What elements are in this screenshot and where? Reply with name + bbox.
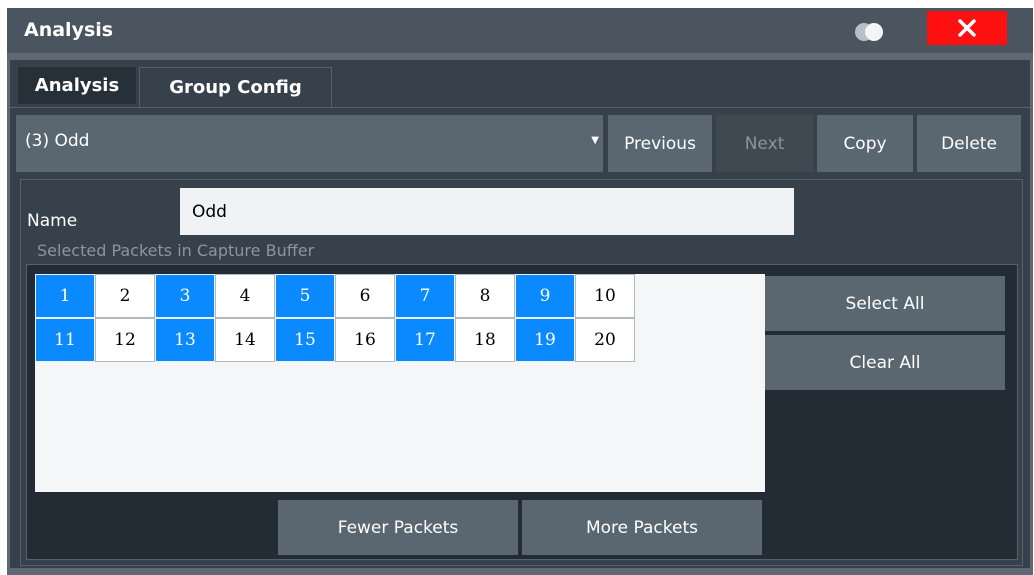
select-all-button[interactable]: Select All — [765, 276, 1005, 331]
packet-cell[interactable]: 11 — [35, 318, 95, 362]
packet-cell[interactable]: 4 — [215, 274, 275, 318]
clear-all-button[interactable]: Clear All — [765, 335, 1005, 390]
packet-cell[interactable]: 6 — [335, 274, 395, 318]
close-icon — [958, 19, 976, 37]
close-button[interactable] — [927, 11, 1007, 45]
packet-cell[interactable]: 3 — [155, 274, 215, 318]
packet-cell[interactable]: 17 — [395, 318, 455, 362]
group-config-panel: (3) Odd ▼ Previous Next Copy Delete Name… — [10, 107, 1030, 568]
fewer-packets-button[interactable]: Fewer Packets — [278, 500, 518, 555]
group-select-value: (3) Odd — [25, 131, 90, 151]
packet-cell[interactable]: 14 — [215, 318, 275, 362]
packet-cell[interactable]: 8 — [455, 274, 515, 318]
caret-down-icon: ▼ — [591, 135, 599, 146]
packet-cell[interactable]: 19 — [515, 318, 575, 362]
packet-cell[interactable]: 12 — [95, 318, 155, 362]
theme-toggle-icon[interactable] — [853, 23, 889, 41]
selected-packets-label: Selected Packets in Capture Buffer — [37, 241, 315, 260]
title-bar: Analysis — [7, 8, 1033, 53]
packet-grid: 1 2 3 4 5 6 7 8 9 10 11 12 13 14 15 16 17 18 19 20 — [35, 274, 765, 492]
packet-cell[interactable]: 1 — [35, 274, 95, 318]
previous-button[interactable]: Previous — [608, 115, 712, 172]
packet-cell[interactable]: 7 — [395, 274, 455, 318]
packet-cell[interactable]: 9 — [515, 274, 575, 318]
more-packets-button[interactable]: More Packets — [522, 500, 762, 555]
name-label: Name — [27, 211, 78, 231]
packet-cell[interactable]: 10 — [575, 274, 635, 318]
next-button[interactable]: Next — [716, 115, 813, 172]
group-select[interactable]: (3) Odd ▼ — [16, 115, 603, 172]
packet-cell[interactable]: 2 — [95, 274, 155, 318]
packet-cell[interactable]: 16 — [335, 318, 395, 362]
packet-cell[interactable]: 5 — [275, 274, 335, 318]
analysis-dialog: Analysis Analysis Group Config (3) Odd ▼… — [7, 8, 1033, 575]
packet-cell[interactable]: 13 — [155, 318, 215, 362]
tab-group-config[interactable]: Group Config — [139, 67, 332, 107]
copy-button[interactable]: Copy — [817, 115, 913, 172]
dialog-title: Analysis — [24, 19, 114, 41]
packet-cell[interactable]: 18 — [455, 318, 515, 362]
delete-button[interactable]: Delete — [917, 115, 1021, 172]
tab-analysis[interactable]: Analysis — [18, 67, 136, 104]
name-input[interactable]: Odd — [180, 188, 794, 235]
packet-cell[interactable]: 20 — [575, 318, 635, 362]
packet-cell[interactable]: 15 — [275, 318, 335, 362]
tab-container: Analysis Group Config (3) Odd ▼ Previous… — [10, 60, 1030, 568]
